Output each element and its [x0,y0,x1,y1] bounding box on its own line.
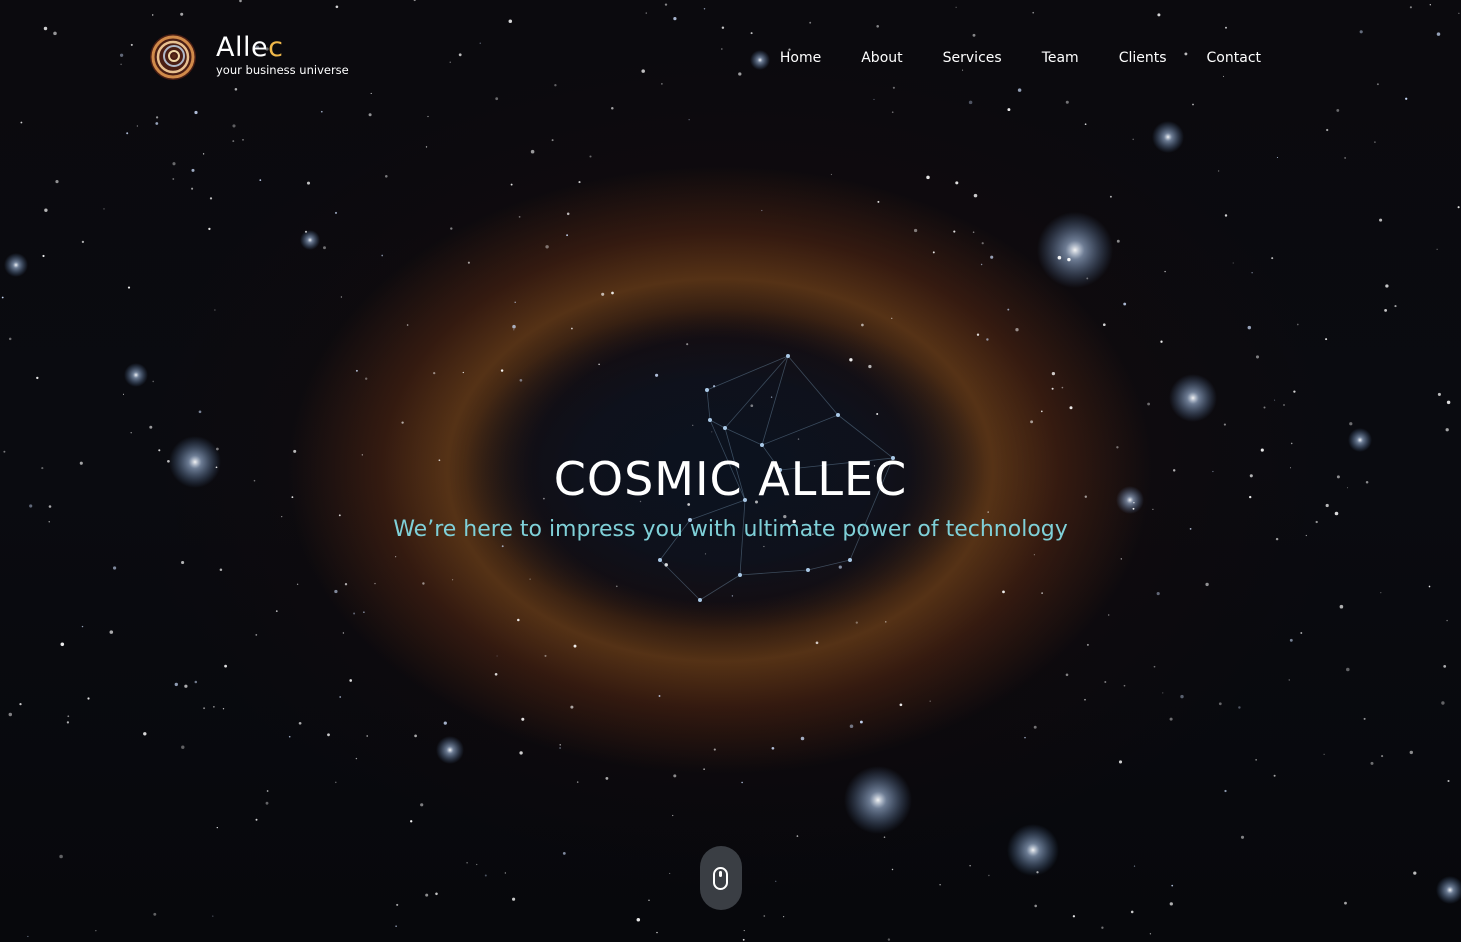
nav-team[interactable]: Team [1042,50,1079,66]
spiral-logo-icon [150,34,196,80]
brand-tagline: your business universe [216,63,349,77]
main-nav: Home About Services Team Clients Contact [740,50,1261,66]
nav-services[interactable]: Services [943,50,1002,66]
scroll-down-button[interactable] [700,846,742,910]
nav-clients[interactable]: Clients [1119,50,1167,66]
nav-about[interactable]: About [861,50,902,66]
site-header: Allec your business universe Home About … [0,0,1461,110]
hero-section: Allec your business universe Home About … [0,0,1461,942]
brand[interactable]: Allec your business universe [150,32,349,80]
nav-home[interactable]: Home [780,50,821,66]
mouse-wheel [719,871,722,877]
brand-name: Allec [216,32,284,63]
hero-title: COSMIC ALLEC [553,452,908,506]
nav-contact[interactable]: Contact [1207,50,1261,66]
hero-subtitle: We’re here to impress you with ultimate … [393,517,1068,542]
brand-text: Allec your business universe [216,32,349,78]
